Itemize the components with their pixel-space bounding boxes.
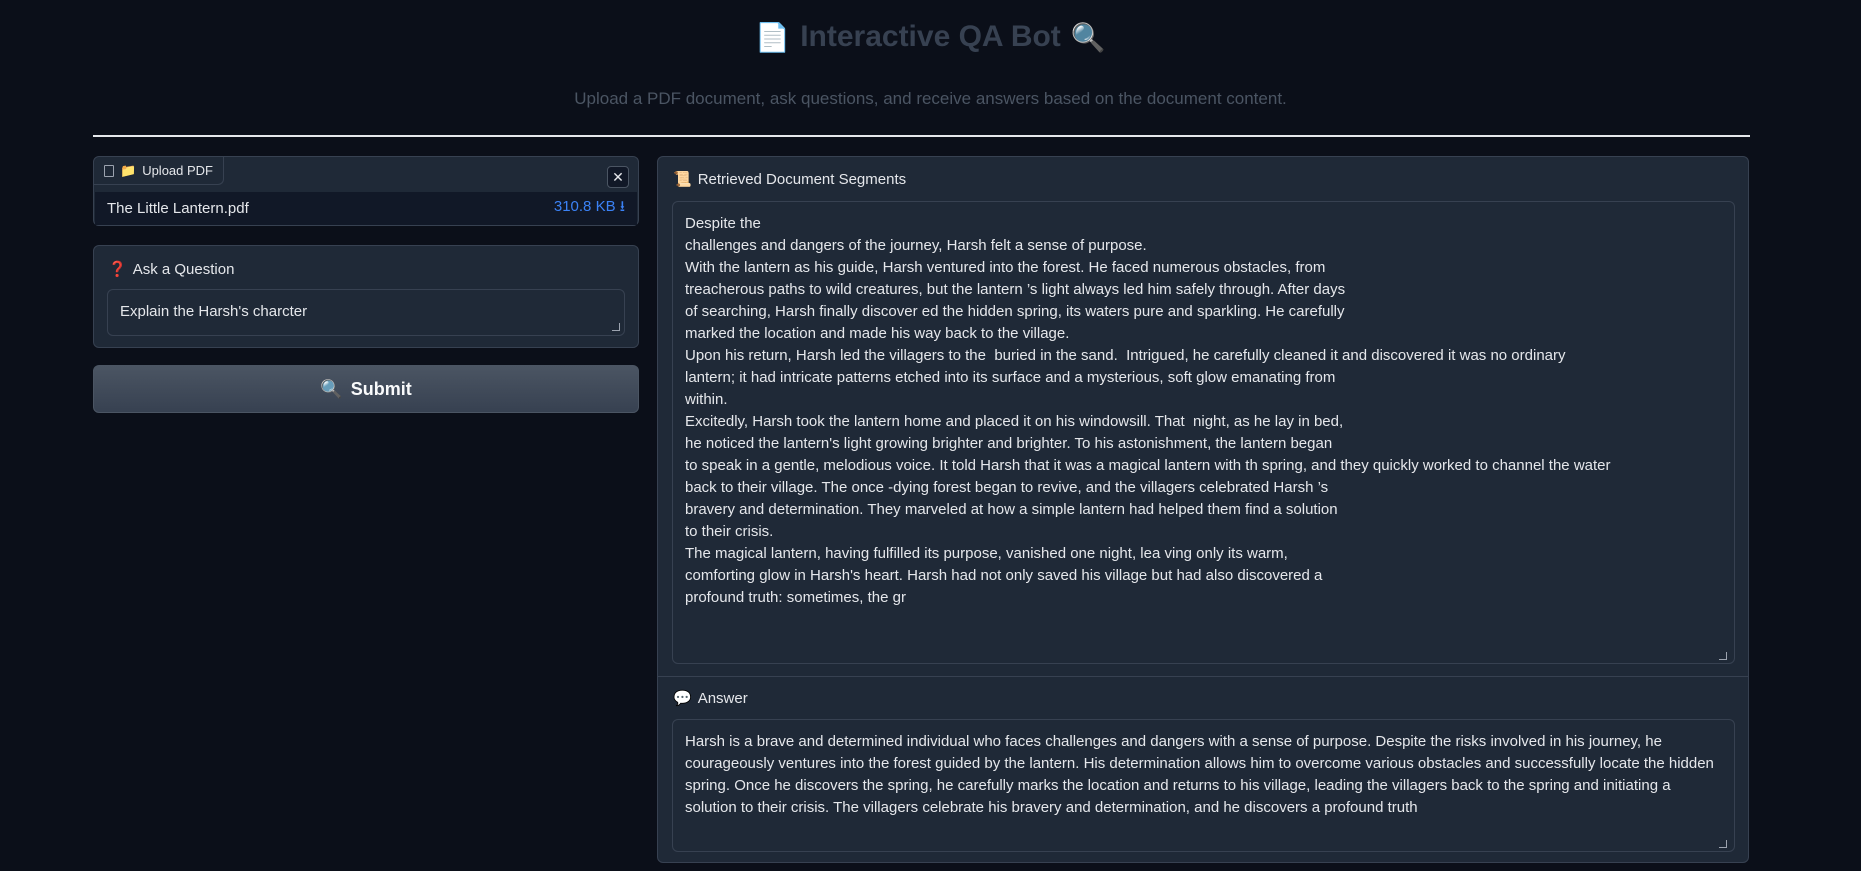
uploaded-file-name: The Little Lantern.pdf [107, 200, 249, 217]
answer-label: 💬 Answer [673, 689, 748, 708]
question-input[interactable]: Explain the Harsh's charcter [107, 289, 625, 336]
results-panel: 📜 Retrieved Document Segments Despite th… [657, 156, 1749, 863]
upload-pdf-label: 📁 Upload PDF [94, 157, 224, 185]
magnifier-icon: 🔍 [1070, 21, 1106, 53]
header-divider [93, 135, 1750, 137]
clear-file-button[interactable]: ✕ [607, 166, 629, 188]
speech-bubble-icon: 💬 [673, 690, 692, 707]
segments-label: 📜 Retrieved Document Segments [673, 170, 907, 189]
resize-handle-icon[interactable] [1719, 652, 1727, 660]
search-icon: 🔍 [320, 378, 343, 399]
page-title: 📄 Interactive QA Bot 🔍 [0, 20, 1861, 54]
upload-pdf-panel: 📁 Upload PDF ✕ The Little Lantern.pdf 31… [93, 156, 639, 226]
submit-button-label: Submit [350, 378, 412, 399]
resize-handle-icon[interactable] [612, 323, 620, 331]
answer-label-text: Answer [697, 689, 748, 707]
segments-label-text: Retrieved Document Segments [697, 170, 907, 188]
scroll-icon: 📜 [673, 171, 692, 188]
page-subtitle: Upload a PDF document, ask questions, an… [574, 89, 1287, 108]
question-mark-icon: ❓ [108, 261, 127, 278]
close-icon: ✕ [612, 168, 624, 185]
page-title-text: Interactive QA Bot [800, 20, 1061, 53]
download-file-link[interactable]: 310.8 KB ⭳ [554, 196, 625, 221]
section-divider [658, 676, 1748, 677]
answer-textbox[interactable]: Harsh is a brave and determined individu… [672, 719, 1735, 852]
resize-handle-icon[interactable] [1719, 840, 1727, 848]
question-label: ❓ Ask a Question [108, 260, 235, 279]
submit-button[interactable]: 🔍 Submit [93, 365, 639, 413]
folder-icon: 📁 [120, 162, 137, 178]
uploaded-file-row: The Little Lantern.pdf 310.8 KB ⭳ [95, 192, 637, 225]
question-label-text: Ask a Question [132, 260, 235, 278]
document-icon: 📄 [755, 21, 791, 53]
upload-pdf-label-text: Upload PDF [142, 163, 213, 178]
segments-textbox[interactable]: Despite the challenges and dangers of th… [672, 201, 1735, 664]
file-icon [104, 164, 114, 177]
app-page: 📄 Interactive QA Bot 🔍 Upload a PDF docu… [0, 0, 1861, 871]
question-panel: ❓ Ask a Question Explain the Harsh's cha… [93, 245, 639, 348]
